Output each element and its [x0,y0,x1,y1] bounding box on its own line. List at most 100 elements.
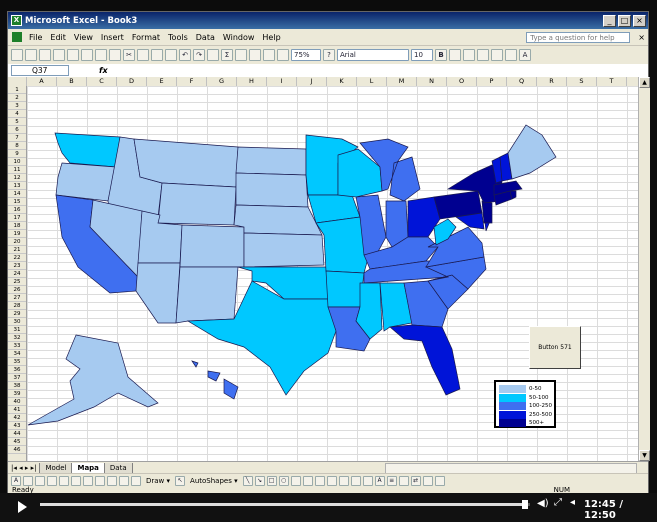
close-icon[interactable]: × [633,14,646,27]
font-color-draw-icon[interactable]: A [374,475,385,486]
state-me [507,124,557,180]
workbook-close-icon[interactable]: × [638,33,645,42]
horizontal-scrollbar[interactable] [385,462,637,474]
menu-help[interactable]: Help [262,33,280,42]
help-question-input[interactable]: Type a question for help [526,31,631,43]
seek-handle[interactable] [522,500,529,509]
name-box[interactable]: Q37 [11,65,69,76]
text-tool-icon[interactable]: A [11,475,21,486]
scroll-up-icon[interactable]: ▲ [639,77,650,88]
tab-model[interactable]: Model [39,462,73,474]
increase-decimal-icon[interactable] [463,49,475,61]
scrollbar-tool-icon[interactable] [95,475,105,486]
permission-icon[interactable] [53,49,65,61]
indent-icon[interactable] [477,49,489,61]
clipart-icon[interactable] [326,475,337,486]
cut-icon[interactable]: ✂ [123,49,135,61]
chart-wizard-icon[interactable] [263,49,275,61]
font-color-icon[interactable]: A [519,49,531,61]
spelling-icon[interactable] [95,49,107,61]
format-painter-icon[interactable] [165,49,177,61]
draw-menu[interactable]: Draw ▾ [146,477,170,485]
list-tool-icon[interactable] [71,475,81,486]
menu-view[interactable]: View [74,33,93,42]
rectangle-tool-icon[interactable]: □ [266,475,277,486]
properties-icon[interactable] [119,475,129,486]
print-preview-icon[interactable] [81,49,93,61]
volume-icon[interactable]: ◀) [537,498,549,509]
diagram-icon[interactable] [314,475,325,486]
menu-edit[interactable]: Edit [50,33,66,42]
state-fl [389,324,461,396]
shadow-icon[interactable] [422,475,433,486]
fill-bucket-icon[interactable] [350,475,361,486]
tab-nav-icons[interactable]: |◂ ◂ ▸ ▸| [11,464,36,472]
menu-data[interactable]: Data [196,33,215,42]
save-icon[interactable] [39,49,51,61]
tab-data[interactable]: Data [103,462,133,474]
sort-asc-icon[interactable] [235,49,247,61]
arrow-style-icon[interactable]: ⇄ [410,475,421,486]
maximize-icon[interactable]: □ [618,14,631,27]
sort-desc-icon[interactable] [249,49,261,61]
legend-swatch [499,385,526,393]
select-objects-icon[interactable]: ↖ [175,475,186,486]
oval-tool-icon[interactable]: ○ [278,475,289,486]
option-tool-icon[interactable] [59,475,69,486]
menu-tools[interactable]: Tools [168,33,188,42]
print-icon[interactable] [67,49,79,61]
borders-icon[interactable] [491,49,503,61]
fx-icon[interactable]: fx [99,66,108,75]
checkbox-tool-icon[interactable] [47,475,57,486]
decrease-decimal-icon[interactable] [449,49,461,61]
volume-low-icon[interactable]: ◂ [570,497,575,508]
button-571[interactable]: Button 571 [529,326,581,369]
undo-icon[interactable]: ↶ [179,49,191,61]
menu-format[interactable]: Format [132,33,160,42]
play-icon[interactable] [18,501,27,513]
text-small-icon[interactable] [23,475,33,486]
bold-icon[interactable]: B [435,49,447,61]
research-icon[interactable] [109,49,121,61]
scroll-down-icon[interactable]: ▼ [639,450,650,461]
picture-icon[interactable] [338,475,349,486]
spinner-tool-icon[interactable] [107,475,117,486]
fullscreen-icon[interactable]: ⤢ [554,497,562,508]
form-label-icon[interactable] [35,475,45,486]
zoom-select[interactable]: 75% [291,49,321,61]
menu-file[interactable]: File [29,33,42,42]
arrow-tool-icon[interactable]: ↘ [254,475,265,486]
line-color-icon[interactable] [362,475,373,486]
state-hi2 [207,370,221,382]
help-icon[interactable]: ? [323,49,335,61]
minimize-icon[interactable]: _ [603,14,616,27]
font-select[interactable]: Arial [337,49,409,61]
hyperlink-icon[interactable] [207,49,219,61]
3d-icon[interactable] [434,475,445,486]
vertical-scrollbar[interactable]: ▲ ▼ [638,77,650,461]
legend-label: 250-500 [529,411,552,418]
font-size-select[interactable]: 10 [411,49,433,61]
fill-color-icon[interactable] [505,49,517,61]
drawing-icon[interactable] [277,49,289,61]
legend-swatch [499,419,526,427]
paste-icon[interactable] [151,49,163,61]
menu-window[interactable]: Window [223,33,255,42]
copy-icon[interactable] [137,49,149,61]
combo-tool-icon[interactable] [83,475,93,486]
grid-toggle-icon[interactable] [131,475,141,486]
line-tool-icon[interactable]: ╲ [242,475,253,486]
tab-mapa[interactable]: Mapa [71,462,105,474]
worksheet-grid[interactable]: ABCDEFGHIJKLMNOPQRST 1 2 3 4 5 6 7 8 9 10 11 12 13 14… [8,77,638,461]
menu-insert[interactable]: Insert [101,33,124,42]
autoshapes-menu[interactable]: AutoShapes ▾ [190,477,238,485]
redo-icon[interactable]: ↷ [193,49,205,61]
textbox-tool-icon[interactable] [290,475,301,486]
line-style-icon[interactable]: ≡ [386,475,397,486]
autosum-icon[interactable]: Σ [221,49,233,61]
open-icon[interactable] [25,49,37,61]
seek-bar[interactable] [40,500,530,509]
dash-style-icon[interactable] [398,475,409,486]
wordart-icon[interactable] [302,475,313,486]
new-icon[interactable] [11,49,23,61]
